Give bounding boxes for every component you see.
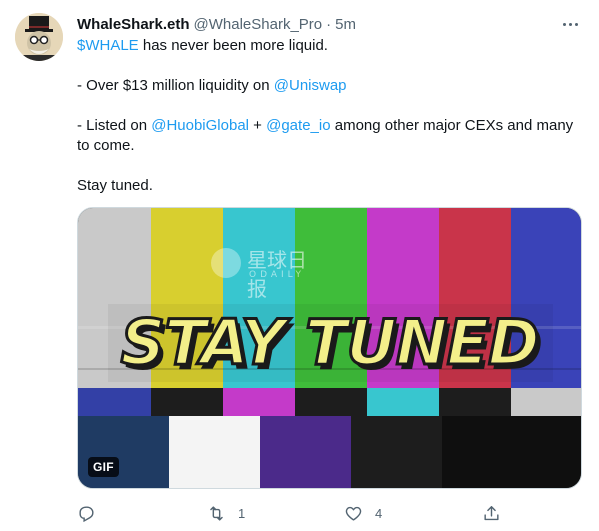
author-display-name[interactable]: WhaleShark.eth [77, 16, 190, 33]
retweet-button[interactable]: 1 [207, 500, 245, 526]
like-icon [345, 506, 362, 521]
tweet-header: WhaleShark.eth @WhaleShark_Pro · 5m [77, 13, 579, 35]
reply-icon [79, 505, 94, 522]
gif-media[interactable]: 星球日报 ODAILY STAY TUNED GIF [77, 207, 582, 489]
retweet-icon [210, 505, 223, 521]
watermark-logo-icon [211, 248, 241, 278]
avatar[interactable] [15, 13, 63, 61]
mention-gate-io[interactable]: @gate_io [266, 117, 330, 134]
like-count: 4 [375, 505, 383, 521]
mention-huobiglobal[interactable]: @HuobiGlobal [151, 117, 249, 134]
action-bar: 1 4 [77, 500, 587, 526]
share-icon [484, 505, 499, 520]
tweet-line-3: - Listed on @HuobiGlobal + @gate_io amon… [77, 116, 587, 156]
cashtag-whale[interactable]: $WHALE [77, 37, 139, 54]
separator-dot: · [326, 15, 332, 33]
watermark: 星球日报 ODAILY [211, 244, 321, 301]
like-button[interactable]: 4 [344, 500, 382, 526]
avatar-image [15, 13, 63, 61]
reply-button[interactable] [77, 500, 108, 526]
share-button[interactable] [482, 500, 513, 526]
retweet-count: 1 [238, 505, 246, 521]
gif-caption: STAY TUNED [119, 305, 541, 381]
tweet-card[interactable]: WhaleShark.eth @WhaleShark_Pro · 5m $WHA… [0, 0, 599, 531]
tweet-line-2: - Over $13 million liquidity on @Uniswap [77, 76, 587, 96]
line1-text: has never been more liquid. [138, 37, 328, 54]
mention-uniswap[interactable]: @Uniswap [274, 77, 347, 94]
tweet-line-1: $WHALE has never been more liquid. [77, 36, 587, 56]
tweet-line-4: Stay tuned. [77, 177, 153, 194]
tweet-text: $WHALE has never been more liquid. - Ove… [77, 36, 587, 196]
more-icon[interactable] [559, 13, 581, 35]
author-handle[interactable]: @WhaleShark_Pro [194, 16, 323, 33]
line3-prefix: - Listed on [77, 117, 152, 134]
line2-text: - Over $13 million liquidity on [77, 77, 274, 94]
line3-mid: + [249, 117, 267, 134]
tweet-timestamp[interactable]: 5m [335, 16, 356, 33]
gif-badge: GIF [88, 457, 119, 477]
